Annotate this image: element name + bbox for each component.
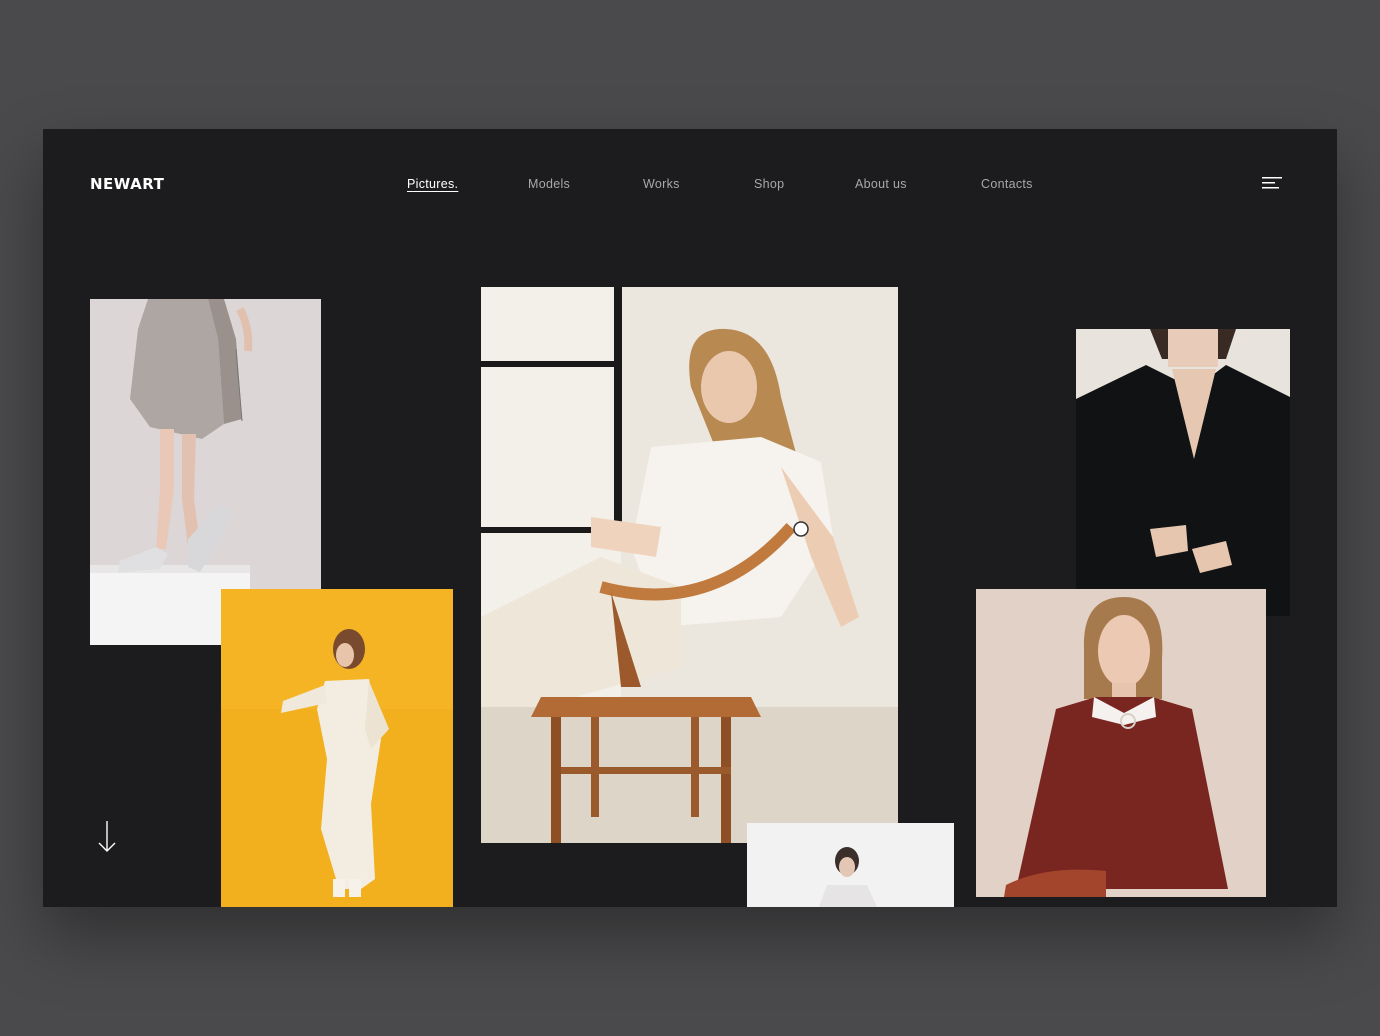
photo-yellow-dress[interactable] [221, 589, 453, 907]
photo-woman-on-chair[interactable] [481, 287, 898, 843]
nav-item-contacts[interactable]: Contacts [981, 177, 1033, 191]
site-frame: NEWART Pictures. Models Works Shop About… [43, 129, 1337, 907]
nav-item-shop[interactable]: Shop [754, 177, 784, 191]
hamburger-menu-icon[interactable] [1262, 176, 1284, 190]
brand-logo[interactable]: NEWART [90, 175, 164, 193]
nav-item-pictures[interactable]: Pictures. [407, 177, 458, 191]
nav-item-works[interactable]: Works [643, 177, 680, 191]
photo-small-white[interactable] [747, 823, 954, 907]
nav-item-about-us[interactable]: About us [855, 177, 907, 191]
arrow-down-icon[interactable] [96, 819, 118, 855]
photo-rust-coat[interactable] [976, 589, 1266, 897]
nav-item-models[interactable]: Models [528, 177, 570, 191]
photo-black-sweater[interactable] [1076, 329, 1290, 616]
